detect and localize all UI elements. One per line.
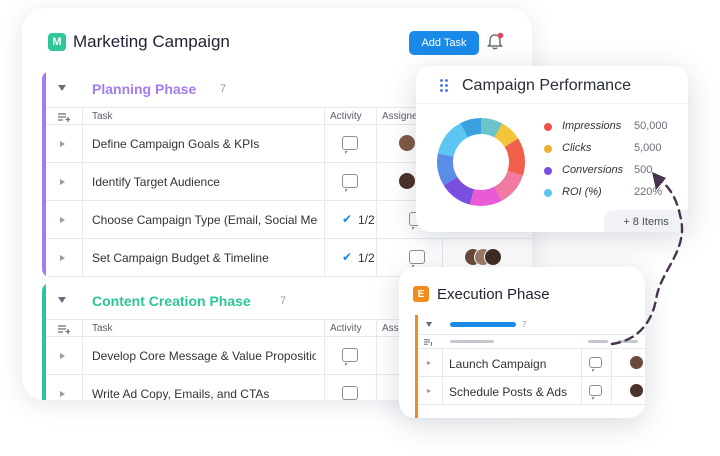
legend-item-roi: ROI (%) 220% [544, 186, 684, 200]
task-name[interactable]: Launch Campaign [449, 357, 546, 371]
group-title[interactable]: Planning Phase [92, 81, 196, 97]
comment-icon[interactable] [342, 136, 358, 154]
board-header: M Marketing Campaign Add Task [22, 8, 532, 70]
column-header-placeholder [588, 340, 608, 343]
expand-row-icon[interactable] [427, 389, 431, 393]
card-title: Campaign Performance [462, 77, 631, 94]
checkmark-icon: ✔ [342, 212, 353, 226]
subtask-progress: 1/2 [358, 251, 375, 265]
group-count: 7 [522, 320, 527, 329]
column-header-task: Task [92, 323, 113, 334]
legend-dot [544, 189, 552, 197]
task-name[interactable]: Develop Core Message & Value Proposition [92, 349, 316, 363]
legend-dot [544, 145, 552, 153]
expand-row-icon[interactable] [427, 361, 431, 365]
legend-item-conversions: Conversions 500 [544, 164, 684, 178]
campaign-performance-card: Campaign Performance Impressions 50,000 … [416, 66, 688, 232]
task-name[interactable]: Identify Target Audience [92, 175, 220, 189]
avatar[interactable] [629, 383, 644, 398]
legend-item-clicks: Clicks 5,000 [544, 142, 684, 156]
legend-value: 500 [634, 164, 653, 176]
group-header-row: 7 [418, 315, 645, 335]
group-title[interactable]: Content Creation Phase [92, 293, 251, 309]
task-name[interactable]: Choose Campaign Type (Email, Social Medi… [92, 213, 318, 227]
column-header-row [418, 335, 645, 349]
column-header-activity: Activity [330, 111, 362, 122]
comment-icon[interactable] [589, 385, 602, 400]
legend-label: Conversions [562, 164, 624, 176]
legend-value: 50,000 [634, 120, 668, 132]
table-row[interactable]: Launch Campaign [418, 349, 645, 377]
donut-chart [437, 118, 525, 206]
bell-icon[interactable] [486, 32, 504, 52]
task-name[interactable]: Set Campaign Budget & Timeline [92, 251, 269, 265]
task-name[interactable]: Define Campaign Goals & KPIs [92, 137, 259, 151]
avatar[interactable] [484, 248, 502, 266]
legend-label: Impressions [562, 120, 622, 132]
expand-row-icon[interactable] [60, 141, 65, 147]
checkmark-icon: ✔ [342, 250, 353, 264]
execution-badge: E [413, 286, 429, 302]
comment-icon[interactable] [342, 386, 358, 400]
add-task-button[interactable]: Add Task [409, 31, 479, 55]
sort-icon[interactable] [58, 112, 70, 122]
drag-handle-icon[interactable] [440, 79, 448, 92]
subtask-progress: 1/2 [358, 213, 375, 227]
card-header: Campaign Performance [416, 66, 688, 104]
legend-dot [544, 123, 552, 131]
collapse-caret-icon[interactable] [58, 297, 66, 303]
avatar[interactable] [629, 355, 644, 370]
column-header-activity: Activity [330, 323, 362, 334]
sort-icon[interactable] [424, 338, 433, 346]
column-header-placeholder [450, 340, 494, 343]
expand-row-icon[interactable] [60, 255, 65, 261]
avatar[interactable] [398, 172, 416, 190]
legend-item-impressions: Impressions 50,000 [544, 120, 684, 134]
more-items-button[interactable]: + 8 Items [604, 210, 688, 232]
legend-value: 5,000 [634, 142, 662, 154]
expand-row-icon[interactable] [60, 353, 65, 359]
column-header-task: Task [92, 111, 113, 122]
table-row[interactable]: Schedule Posts & Ads [418, 377, 645, 405]
legend-label: Clicks [562, 142, 592, 154]
board-title: Marketing Campaign [73, 32, 230, 51]
group-count: 7 [280, 295, 287, 307]
comment-icon[interactable] [342, 348, 358, 366]
task-name[interactable]: Write Ad Copy, Emails, and CTAs [92, 387, 269, 400]
comment-icon[interactable] [409, 250, 425, 268]
column-header-placeholder [618, 340, 638, 343]
legend-dot [544, 167, 552, 175]
expand-row-icon[interactable] [60, 391, 65, 397]
execution-group: 7 Launch Campaign Schedule Posts & Ads [415, 315, 645, 418]
comment-icon[interactable] [342, 174, 358, 192]
group-title-placeholder [450, 322, 516, 327]
collapse-caret-icon[interactable] [426, 322, 432, 327]
legend-value: 220% [634, 186, 663, 198]
legend-label: ROI (%) [562, 186, 602, 198]
collapse-caret-icon[interactable] [58, 85, 66, 91]
execution-title: Execution Phase [437, 286, 550, 303]
expand-row-icon[interactable] [60, 179, 65, 185]
expand-row-icon[interactable] [60, 217, 65, 223]
comment-icon[interactable] [589, 357, 602, 372]
sort-icon[interactable] [58, 324, 70, 334]
group-count: 7 [220, 83, 227, 95]
board-logo: M [48, 33, 66, 51]
execution-phase-card: E Execution Phase 7 Launch Campaign Sche… [399, 267, 645, 418]
avatar[interactable] [398, 134, 416, 152]
task-name[interactable]: Schedule Posts & Ads [449, 385, 567, 399]
